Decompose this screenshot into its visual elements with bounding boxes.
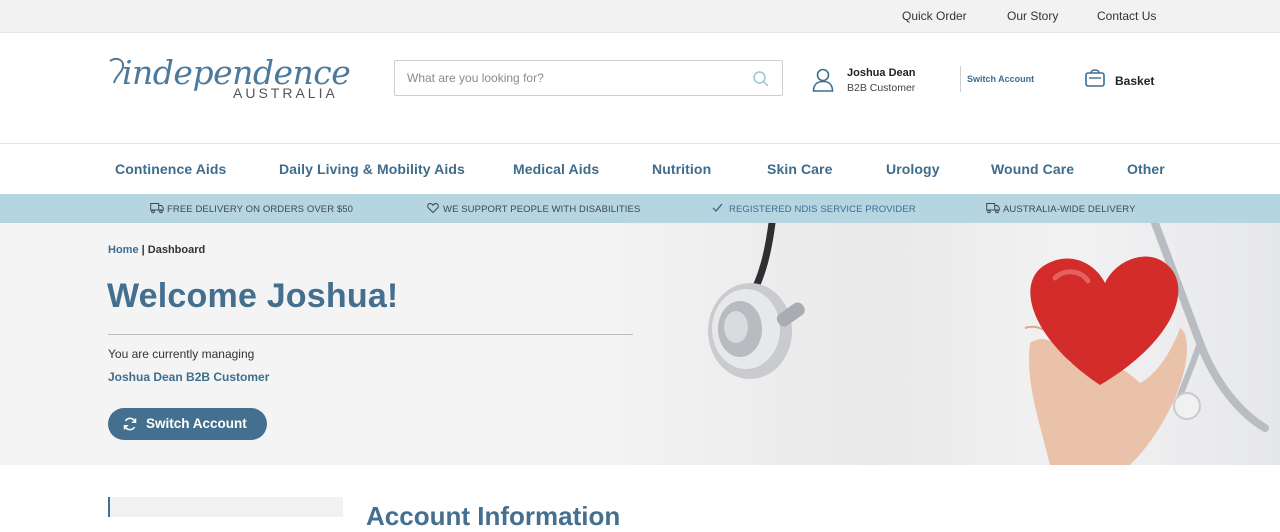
title-divider xyxy=(108,334,633,335)
main-nav: Continence Aids Daily Living & Mobility … xyxy=(0,144,1280,194)
logo-subtitle: AUSTRALIA xyxy=(233,85,338,101)
site-logo[interactable]: independence AUSTRALIA xyxy=(108,55,351,107)
account-name: Joshua Dean xyxy=(847,67,916,79)
dashboard-hero: Home | Dashboard Welcome Joshua! You are… xyxy=(0,223,1280,465)
nav-wound-care[interactable]: Wound Care xyxy=(991,161,1074,177)
switch-account-button-label: Switch Account xyxy=(146,416,247,431)
nav-other[interactable]: Other xyxy=(1127,161,1165,177)
nav-skin-care[interactable]: Skin Care xyxy=(767,161,833,177)
basket-label: Basket xyxy=(1115,74,1155,88)
refresh-icon xyxy=(123,417,137,431)
breadcrumb: Home | Dashboard xyxy=(108,244,205,256)
check-icon xyxy=(712,203,723,213)
nav-medical-aids[interactable]: Medical Aids xyxy=(513,161,599,177)
hero-image xyxy=(600,223,1280,465)
usp-text: AUSTRALIA-WIDE DELIVERY xyxy=(1003,204,1136,215)
search-box xyxy=(394,60,783,96)
nav-urology[interactable]: Urology xyxy=(886,161,940,177)
breadcrumb-home[interactable]: Home xyxy=(108,244,139,256)
quick-order-link[interactable]: Quick Order xyxy=(902,9,967,23)
truck-icon xyxy=(986,203,1000,214)
switch-account-link[interactable]: Switch Account xyxy=(967,74,1034,84)
utility-bar: Quick Order Our Story Contact Us xyxy=(0,0,1280,33)
usp-text: REGISTERED NDIS SERVICE PROVIDER xyxy=(729,204,916,215)
account-content: Account Information xyxy=(0,465,1280,531)
account-type: B2B Customer xyxy=(847,82,916,94)
nav-daily-living-mobility-aids[interactable]: Daily Living & Mobility Aids xyxy=(279,161,465,177)
truck-icon xyxy=(150,203,164,214)
managed-account-name: Joshua Dean B2B Customer xyxy=(108,370,270,384)
usp-bar: FREE DELIVERY ON ORDERS OVER $50 WE SUPP… xyxy=(0,194,1280,223)
page-title: Welcome Joshua! xyxy=(107,277,399,315)
contact-us-link[interactable]: Contact Us xyxy=(1097,9,1156,23)
usp-text: FREE DELIVERY ON ORDERS OVER $50 xyxy=(167,204,354,215)
search-icon[interactable] xyxy=(752,70,770,88)
search-input[interactable] xyxy=(395,61,735,95)
basket-button[interactable]: Basket xyxy=(1084,66,1164,94)
our-story-link[interactable]: Our Story xyxy=(1007,9,1058,23)
breadcrumb-current: Dashboard xyxy=(147,244,206,256)
account-menu[interactable]: Joshua Dean B2B Customer xyxy=(812,67,952,97)
managing-text: You are currently managing xyxy=(108,347,255,361)
user-icon xyxy=(812,68,834,92)
site-header: independence AUSTRALIA Joshua Dean B2B C… xyxy=(0,33,1280,144)
heart-icon xyxy=(427,202,439,214)
header-divider xyxy=(960,66,961,92)
breadcrumb-separator: | xyxy=(141,244,145,256)
nav-continence-aids[interactable]: Continence Aids xyxy=(115,161,226,177)
nav-nutrition[interactable]: Nutrition xyxy=(652,161,711,177)
account-sidebar xyxy=(108,497,343,517)
stethoscope-heart-illustration xyxy=(708,223,1269,465)
switch-account-button[interactable]: Switch Account xyxy=(108,408,267,440)
basket-icon xyxy=(1085,69,1105,87)
usp-text: WE SUPPORT PEOPLE WITH DISABILITIES xyxy=(443,204,641,215)
